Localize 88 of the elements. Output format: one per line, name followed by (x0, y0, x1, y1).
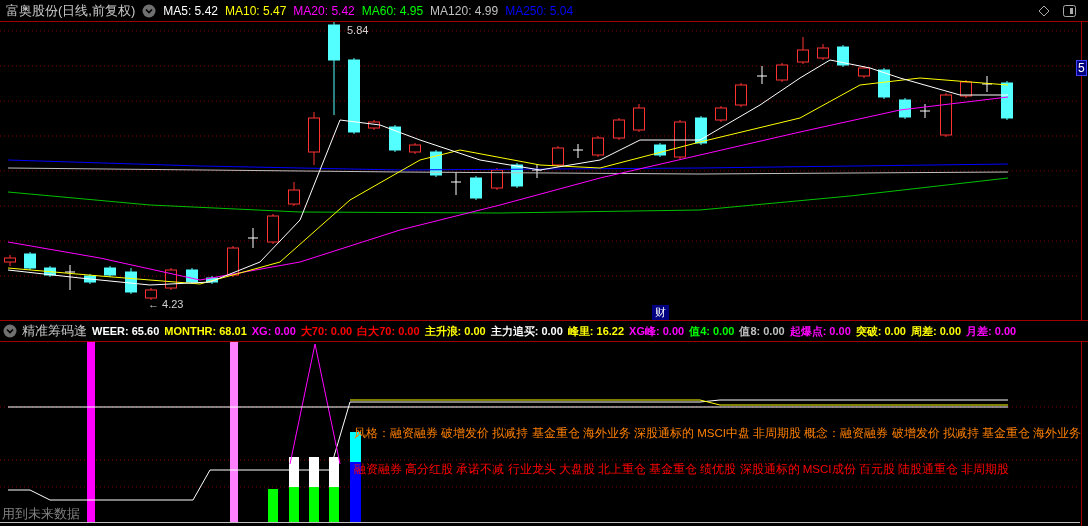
toggle-icon[interactable] (1063, 4, 1076, 17)
price-label: 5.84 (347, 24, 369, 36)
candlestick (1001, 80, 1013, 121)
candlestick (919, 103, 931, 119)
footnote-text: 用到未来数据 (2, 505, 80, 523)
candlestick (552, 145, 564, 168)
indicator-bar (268, 489, 278, 522)
candlestick (654, 142, 666, 158)
window-title: 富奥股份(日线,前复权) (6, 1, 136, 20)
candlestick (511, 162, 523, 189)
candlestick (186, 267, 198, 285)
indicator-bar (329, 457, 339, 487)
indicator-value: XG: 0.00 (251, 325, 296, 337)
indicator-bar (309, 487, 319, 522)
indicator-value: 大70: 0.00 (300, 323, 353, 339)
candlestick (695, 115, 707, 146)
candlestick (84, 273, 96, 285)
candlestick (837, 44, 849, 68)
indicator-value: WEER: 65.60 (92, 325, 160, 337)
event-marker[interactable]: 财 (652, 305, 669, 320)
indicator-value: 月差: 0.00 (966, 323, 1017, 339)
candlestick (817, 43, 829, 61)
indicator-value: 白大70: 0.00 (357, 323, 420, 339)
indicator-value: 周差: 0.00 (910, 323, 962, 339)
ma-legend-value: MA5: 5.42 (163, 3, 218, 18)
price-tag: 5 (1076, 60, 1087, 76)
candlestick (592, 135, 604, 158)
ma-legend-value: MA20: 5.42 (293, 3, 355, 18)
candlestick (960, 79, 972, 99)
candlestick (491, 167, 503, 191)
candlestick (674, 119, 686, 160)
candlestick (44, 265, 56, 278)
candlestick (165, 267, 177, 291)
candlestick (125, 267, 137, 295)
dropdown-icon[interactable] (3, 324, 17, 338)
candlestick (756, 65, 768, 85)
indicator-value: 值4: 0.00 (689, 323, 735, 339)
dropdown-icon[interactable] (142, 3, 157, 18)
price-label: ← 4.23 (148, 298, 184, 310)
candlestick (940, 92, 952, 138)
indicator-name: 精准筹码逢 (22, 322, 87, 340)
candlestick (776, 62, 788, 83)
candlestick (531, 163, 543, 179)
indicator-bar (289, 457, 299, 487)
candlestick (981, 75, 993, 93)
ma-legend-value: MA10: 5.47 (225, 3, 287, 18)
indicator-value: 峰里: 16.22 (567, 323, 625, 339)
candlestick (613, 117, 625, 141)
ma-legend-value: MA120: 4.99 (430, 3, 499, 18)
candlestick (899, 97, 911, 120)
candlestick (104, 265, 116, 278)
candlestick (450, 171, 462, 196)
candlestick (735, 82, 747, 108)
indicator-value: 起爆点: 0.00 (789, 323, 851, 339)
candlestick (633, 103, 645, 133)
candlestick (878, 67, 890, 100)
candlestick (4, 254, 16, 267)
candlestick (308, 111, 320, 166)
ma-legend-value: MA60: 4.95 (361, 3, 424, 18)
diamond-icon[interactable] (1038, 4, 1050, 17)
candlestick (24, 251, 36, 271)
indicator-bar (309, 457, 319, 487)
candlestick (145, 287, 157, 301)
candlestick (797, 36, 809, 65)
candlestick (267, 213, 279, 245)
candlestick (858, 65, 870, 79)
candlestick (715, 105, 727, 123)
candlestick (430, 149, 442, 178)
candlestick (470, 175, 482, 201)
candlestick (572, 143, 584, 159)
concept-text: 风格：融资融券 破增发价 拟减持 基金重仓 海外业务 深股通标的 MSCI中盘 非周期股 概念：融资融券 破增发价 拟减持 基金重仓 海外业务 (354, 426, 1082, 441)
indicator-value: MONTHR: 68.01 (164, 325, 247, 337)
candlestick (227, 245, 239, 278)
candlestick (64, 264, 76, 291)
candlestick (368, 119, 380, 131)
indicator-bar (329, 487, 339, 522)
indicator-value: 主力追买: 0.00 (490, 323, 563, 339)
indicator-value: 值8: 0.00 (739, 323, 785, 339)
candlestick (206, 275, 218, 285)
indicator-bar (289, 487, 299, 522)
ma-legend-value: MA250: 5.04 (505, 3, 574, 18)
candlestick (409, 142, 421, 155)
candlestick (288, 181, 300, 207)
candlestick (389, 124, 401, 153)
indicator-value: 主升浪: 0.00 (424, 323, 486, 339)
indicator-value: XG峰: 0.00 (629, 323, 685, 339)
candlestick (247, 227, 259, 249)
indicator-value: 突破: 0.00 (855, 323, 906, 339)
